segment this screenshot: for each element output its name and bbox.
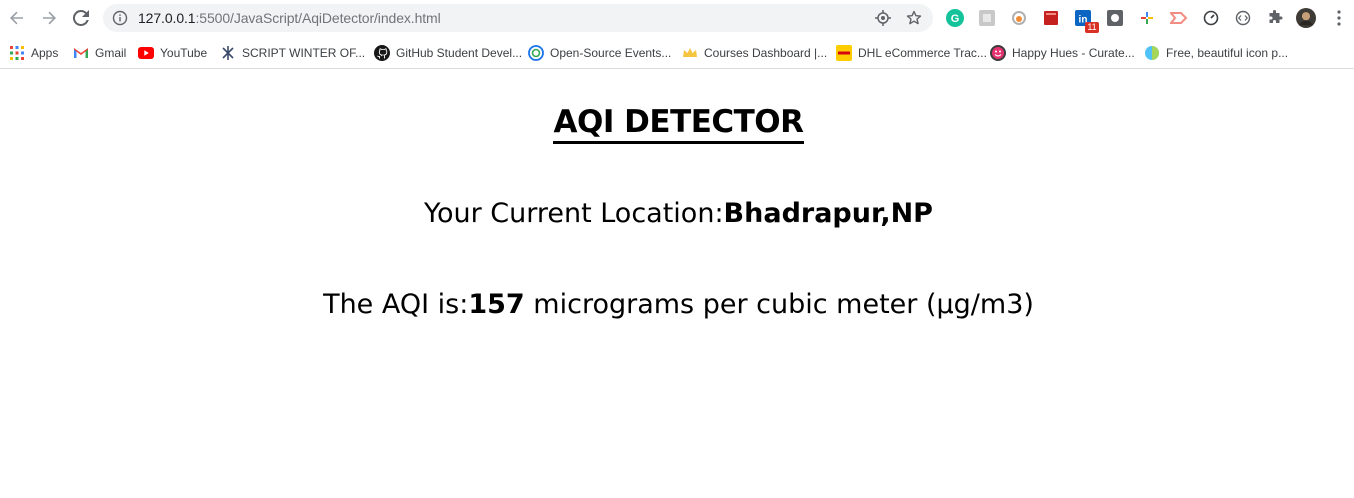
page-content: AQI DETECTOR Your Current Location:Bhadr… (0, 70, 1354, 498)
location-line: Your Current Location:Bhadrapur,NP (0, 198, 1354, 229)
bookmark-dhl[interactable]: DHL eCommerce Trac... (836, 43, 987, 63)
extension-lens[interactable] (1009, 8, 1029, 28)
aqi-unit: micrograms per cubic meter (µg/m3) (524, 289, 1034, 320)
bookmark-label: YouTube (160, 46, 208, 60)
apps-grid-icon (9, 45, 25, 61)
extension-plus[interactable] (1137, 8, 1157, 28)
bookmark-free-icons[interactable]: Free, beautiful icon p... (1144, 43, 1288, 63)
arrow-tag-icon (1170, 12, 1188, 24)
puzzle-icon (1269, 10, 1283, 23)
forward-button[interactable] (37, 6, 61, 30)
bookmark-open-source-events[interactable]: Open-Source Events... (528, 43, 671, 63)
bookmark-label: Happy Hues - Curate... (1012, 46, 1135, 60)
bookmark-label: Gmail (95, 46, 127, 60)
browser-toolbar: 127.0.0.1:5500/JavaScript/AqiDetector/in… (0, 0, 1354, 36)
square-chat-icon (1107, 10, 1123, 26)
url-text[interactable]: 127.0.0.1:5500/JavaScript/AqiDetector/in… (138, 10, 441, 26)
globe-icon (1144, 45, 1160, 61)
location-label: Your Current Location: (424, 198, 724, 229)
site-info-icon[interactable] (112, 10, 128, 26)
url-host: 127.0.0.1 (138, 10, 196, 26)
bookmark-courses-dashboard[interactable]: Courses Dashboard |... (682, 43, 827, 63)
happy-hues-icon (990, 45, 1006, 61)
code-circle-icon (1235, 10, 1251, 26)
bookmark-label: DHL eCommerce Trac... (858, 46, 987, 60)
speedometer-icon (1203, 10, 1219, 26)
extension-grey-icon (979, 10, 995, 26)
url-path: :5500/JavaScript/AqiDetector/index.html (195, 10, 441, 26)
bookmark-star-icon[interactable] (906, 10, 922, 26)
avatar (1296, 8, 1316, 28)
bookmark-youtube[interactable]: YouTube (138, 43, 207, 63)
extension-code[interactable] (1233, 8, 1253, 28)
github-icon (374, 45, 390, 61)
address-bar[interactable]: 127.0.0.1:5500/JavaScript/AqiDetector/in… (103, 4, 933, 32)
crown-icon (682, 45, 698, 61)
gmail-icon (73, 45, 89, 61)
reload-button[interactable] (69, 6, 93, 30)
aqi-value: 157 (468, 289, 525, 320)
open-source-icon (528, 45, 544, 61)
page-title: AQI DETECTOR (553, 104, 804, 144)
linkedin-extension[interactable]: in 11 (1073, 8, 1099, 33)
dhl-icon (836, 45, 852, 61)
lens-icon (1012, 11, 1026, 25)
reload-icon (73, 10, 89, 26)
aqi-label: The AQI is: (323, 289, 469, 320)
extension-badge: 11 (1085, 22, 1099, 33)
extension-arrow[interactable] (1169, 8, 1189, 28)
arrow-right-icon (43, 11, 56, 25)
svg-text:G: G (951, 13, 960, 25)
bookmark-apps[interactable]: Apps (9, 43, 58, 63)
bookmark-label: Free, beautiful icon p... (1166, 46, 1289, 60)
location-value: Bhadrapur,NP (723, 198, 933, 229)
bookmark-label: SCRIPT WINTER OF... (242, 46, 366, 60)
extension-speed[interactable] (1201, 8, 1221, 28)
bookmark-happy-hues[interactable]: Happy Hues - Curate... (990, 43, 1135, 63)
bookmark-script-winter[interactable]: SCRIPT WINTER OF... (220, 43, 365, 63)
page-title-row: AQI DETECTOR (0, 104, 1354, 144)
bookmark-gmail[interactable]: Gmail (73, 43, 126, 63)
grammarly-icon: G (946, 9, 964, 27)
bookmark-label: Open-Source Events... (550, 46, 672, 60)
grammarly-extension[interactable]: G (945, 8, 965, 28)
aqi-line: The AQI is:157 micrograms per cubic mete… (0, 289, 1354, 320)
extension-square[interactable] (1105, 8, 1125, 28)
youtube-icon (138, 45, 154, 61)
script-winter-icon (220, 45, 236, 61)
book-icon (1044, 11, 1058, 25)
bookmark-label: Courses Dashboard |... (704, 46, 828, 60)
extensions-button[interactable] (1265, 8, 1285, 28)
bookmark-github[interactable]: GitHub Student Devel... (374, 43, 522, 63)
back-button[interactable] (5, 6, 29, 30)
bookmarks-bar: Apps Gmail YouTube SCRIPT WINTER OF... G… (0, 37, 1354, 69)
extension-book[interactable] (1041, 8, 1061, 28)
extension-grey[interactable] (977, 8, 997, 28)
profile-button[interactable] (1296, 8, 1316, 28)
browser-menu-button[interactable] (1329, 8, 1349, 28)
kebab-menu-icon (1337, 10, 1341, 26)
bookmark-label: GitHub Student Devel... (396, 46, 523, 60)
location-target-icon[interactable] (875, 10, 891, 26)
colorful-plus-icon (1141, 12, 1153, 24)
arrow-left-icon (10, 11, 23, 25)
bookmark-label: Apps (31, 46, 59, 60)
